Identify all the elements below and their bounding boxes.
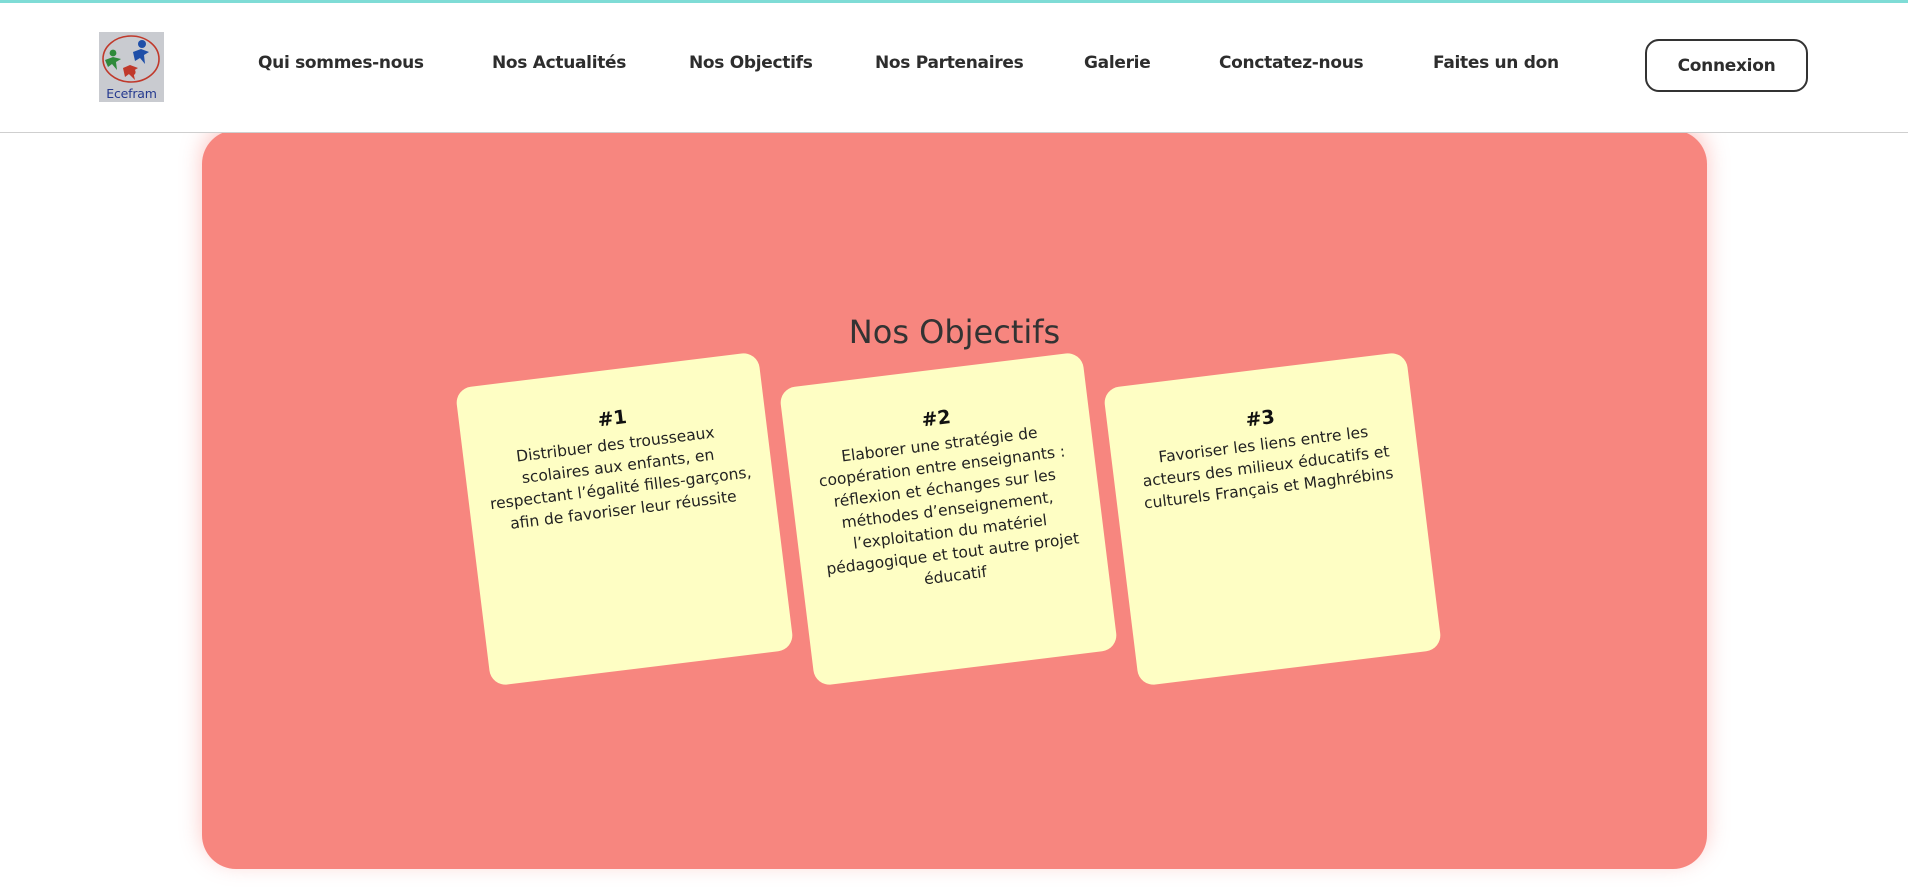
nav-item-nos-partenaires[interactable]: Nos Partenaires [875,53,1024,73]
site-header: Ecefram Qui sommes-nous Nos Actualités N… [0,3,1908,133]
login-button[interactable]: Connexion [1645,39,1808,92]
logo-emblem-icon [102,35,160,83]
logo-text: Ecefram [106,86,157,101]
objective-card-2: #2 Elaborer une stratégie de coopération… [778,351,1119,687]
nav-item-contact[interactable]: Conctatez-nous [1219,53,1364,73]
nav-item-nos-objectifs[interactable]: Nos Objectifs [689,53,813,73]
objective-card-3: #3 Favoriser les liens entre les acteurs… [1102,351,1443,687]
objective-text: Elaborer une stratégie de coopération en… [817,423,1081,589]
nav-item-faites-un-don[interactable]: Faites un don [1433,53,1559,73]
section-title: Nos Objectifs [848,313,1061,351]
nav-item-qui-sommes-nous[interactable]: Qui sommes-nous [258,53,424,73]
ecefram-logo[interactable]: Ecefram [99,32,164,102]
objective-card-1: #1 Distribuer des trousseaux scolaires a… [454,351,795,687]
nav-item-nos-actualites[interactable]: Nos Actualités [492,53,626,73]
nav-item-galerie[interactable]: Galerie [1084,53,1151,73]
